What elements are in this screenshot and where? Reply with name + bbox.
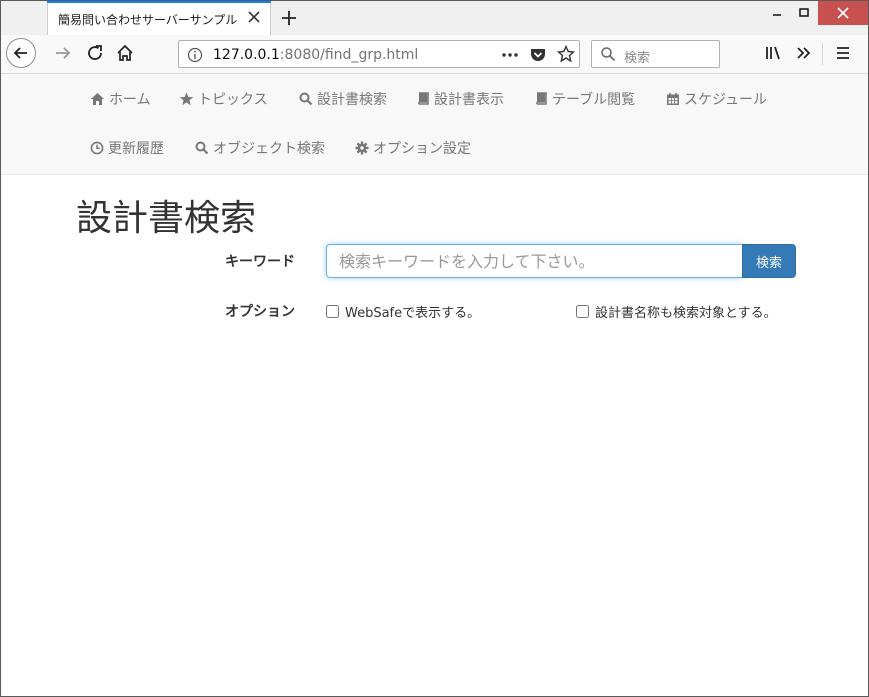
browser-tab[interactable]: 簡易問い合わせサーバーサンプル	[47, 1, 271, 35]
back-arrow-icon	[13, 47, 27, 59]
reload-icon[interactable]	[83, 41, 107, 65]
url-host: 127.0.0.1	[213, 47, 280, 63]
nav-item-options[interactable]: オプション設定	[355, 138, 471, 158]
nav-item-history[interactable]: 更新履歴	[90, 138, 164, 158]
tab-strip: 簡易問い合わせサーバーサンプル	[1, 1, 868, 35]
book-icon	[536, 92, 547, 105]
pocket-icon[interactable]	[529, 46, 547, 64]
nav-toolbar: 127.0.0.1:8080/find_grp.html 検索	[1, 35, 868, 74]
include-name-checkbox[interactable]	[576, 305, 589, 318]
nav-item-schedule[interactable]: スケジュール	[666, 89, 767, 109]
book-icon	[418, 92, 429, 105]
nav-label: 更新履歴	[108, 141, 164, 157]
home-icon[interactable]	[113, 41, 137, 65]
library-icon[interactable]	[762, 41, 786, 65]
overflow-chevron-icon[interactable]	[792, 41, 816, 65]
info-icon[interactable]	[187, 47, 203, 63]
include-name-option[interactable]: 設計書名称も検索対象とする。	[576, 302, 777, 321]
nav-label: スケジュール	[684, 92, 768, 108]
forward-arrow-icon[interactable]	[51, 41, 75, 65]
maximize-icon[interactable]	[791, 1, 817, 25]
star-icon	[179, 92, 194, 106]
search-button[interactable]: 検索	[742, 244, 796, 278]
tab-title: 簡易問い合わせサーバーサンプル	[58, 13, 238, 27]
search-icon	[299, 92, 313, 106]
bookmark-star-icon[interactable]	[557, 45, 575, 63]
nav-item-table-browse[interactable]: テーブル閲覧	[535, 89, 635, 109]
keyword-label: キーワード	[225, 254, 295, 270]
nav-label: トピックス	[198, 92, 268, 108]
window-close-icon[interactable]	[818, 1, 868, 25]
nav-item-doc-view[interactable]: 設計書表示	[417, 89, 504, 109]
option-label: オプション	[225, 304, 295, 320]
nav-label: オブジェクト検索	[213, 141, 325, 157]
new-tab-icon[interactable]	[277, 6, 301, 30]
calendar-icon	[667, 93, 679, 105]
nav-label: 設計書検索	[317, 92, 387, 108]
browser-search-placeholder: 検索	[624, 51, 651, 66]
page-title: 設計書検索	[76, 198, 257, 239]
gear-icon	[355, 141, 369, 155]
site-navbar: ホーム トピックス 設計書検索 設計書表示 テーブル閲覧 スケジュール 更新履歴…	[1, 74, 868, 175]
nav-label: ホーム	[109, 92, 151, 108]
url-path: :8080/find_grp.html	[279, 47, 419, 63]
close-tab-icon[interactable]	[246, 9, 262, 25]
nav-label: オプション設定	[373, 141, 471, 157]
hamburger-menu-icon[interactable]	[831, 41, 855, 65]
nav-item-topics[interactable]: トピックス	[179, 89, 268, 109]
minimize-icon[interactable]	[765, 1, 789, 25]
websafe-option-label: WebSafeで表示する。	[345, 306, 481, 321]
websafe-option[interactable]: WebSafeで表示する。	[326, 302, 480, 321]
home-icon	[91, 93, 104, 105]
url-bar[interactable]: 127.0.0.1:8080/find_grp.html	[178, 40, 580, 68]
tab-accent	[47, 1, 271, 3]
search-icon	[195, 141, 209, 155]
back-button[interactable]	[6, 38, 36, 68]
nav-item-doc-search[interactable]: 設計書検索	[299, 89, 387, 109]
clock-icon	[90, 141, 104, 155]
include-name-option-label: 設計書名称も検索対象とする。	[595, 306, 777, 321]
search-icon	[601, 47, 616, 62]
keyword-input[interactable]	[326, 244, 743, 278]
browser-search-bar[interactable]: 検索	[591, 40, 720, 68]
nav-label: テーブル閲覧	[552, 92, 636, 108]
browser-window: 簡易問い合わせサーバーサンプル 127.0.0.1:8080/find_grp.…	[0, 0, 869, 697]
more-actions-icon[interactable]	[501, 47, 519, 63]
nav-item-object-search[interactable]: オブジェクト検索	[195, 138, 325, 158]
nav-label: 設計書表示	[434, 92, 504, 108]
nav-item-home[interactable]: ホーム	[90, 89, 151, 109]
toolbar-separator	[822, 43, 823, 65]
url-text: 127.0.0.1:8080/find_grp.html	[213, 47, 418, 63]
websafe-checkbox[interactable]	[326, 305, 339, 318]
